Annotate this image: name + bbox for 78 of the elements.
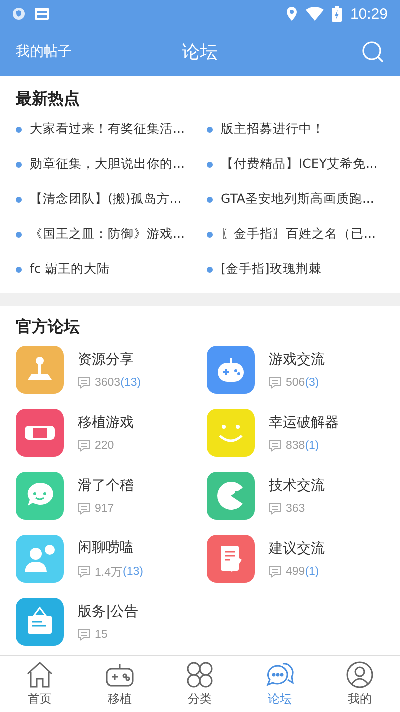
home-icon (25, 660, 55, 688)
user-icon (345, 660, 375, 688)
forum-name[interactable]: 移植游戏 (78, 414, 134, 432)
search-icon[interactable] (362, 41, 384, 63)
grid-icon (185, 660, 215, 688)
joystick-tile-icon[interactable] (16, 346, 64, 394)
post-count: 15 (95, 629, 108, 641)
hot-post-link[interactable]: [金手指]玫瑰荆棘 (221, 261, 322, 278)
new-post-count: (1) (305, 566, 320, 578)
section-title: 最新热点 (16, 88, 81, 110)
forum-icon (265, 660, 295, 688)
forum-name[interactable]: 游戏交流 (269, 351, 325, 369)
new-post-count: (3) (305, 377, 320, 389)
forum-name[interactable]: 资源分享 (78, 351, 142, 369)
hot-post-link[interactable]: 【付费精品】ICEY艾希免... (221, 156, 378, 173)
hot-post-link[interactable]: 勋章征集，大胆说出你的... (30, 156, 185, 173)
location-icon (286, 6, 298, 22)
comment-icon (269, 377, 282, 389)
page-title: 论坛 (182, 41, 218, 64)
post-count: 220 (95, 440, 114, 452)
hot-post-link[interactable]: GTA圣安地列斯高画质跑... (221, 191, 374, 208)
comment-icon (78, 440, 91, 452)
battery-icon (332, 6, 342, 22)
new-post-count: (13) (123, 566, 144, 578)
clock: 10:29 (350, 6, 388, 22)
hot-post-link[interactable]: 《国王之皿：防御》游戏... (30, 226, 185, 243)
chat-tile-icon[interactable] (16, 472, 64, 520)
forum-name[interactable]: 幸运破解器 (269, 414, 339, 432)
forum-name[interactable]: 建议交流 (269, 540, 325, 558)
board-tile-icon[interactable] (16, 598, 64, 646)
bullet-icon (207, 162, 213, 168)
section-title: 官方论坛 (16, 316, 81, 338)
forum-name[interactable]: 版务|公告 (78, 603, 139, 621)
comment-icon (269, 440, 282, 452)
bullet-icon (207, 196, 213, 202)
bullet-icon (16, 196, 22, 202)
person-tile-icon[interactable] (16, 535, 64, 583)
bullet-icon (207, 266, 213, 272)
post-count: 499 (286, 566, 306, 578)
gamepad-tile-icon[interactable] (207, 346, 255, 394)
note-tile-icon[interactable] (207, 535, 255, 583)
hot-post-link[interactable]: 版主招募进行中！ (221, 121, 325, 138)
forum-name[interactable]: 技术交流 (269, 477, 325, 495)
comment-icon (269, 503, 282, 515)
forum-name[interactable]: 闲聊唠嗑 (78, 538, 144, 556)
tab[interactable]: 首页 (0, 656, 80, 712)
tab[interactable]: 移植 (80, 656, 160, 712)
comment-icon (78, 503, 91, 515)
bullet-icon (207, 126, 213, 132)
bullet-icon (16, 126, 22, 132)
tab[interactable]: 分类 (160, 656, 240, 712)
new-post-count: (13) (120, 377, 142, 389)
post-count: 917 (95, 503, 114, 515)
hot-post-link[interactable]: 大家看过来！有奖征集活... (30, 121, 185, 138)
new-post-count: (1) (305, 440, 320, 452)
bullet-icon (207, 232, 213, 238)
comment-icon (78, 377, 91, 389)
forum-name[interactable]: 滑了个稽 (78, 477, 134, 495)
post-count: 3603 (95, 377, 121, 389)
post-count: 838 (286, 440, 306, 452)
handheld-tile-icon[interactable] (16, 409, 64, 457)
bullet-icon (16, 266, 22, 272)
post-count: 1.4万 (95, 566, 123, 580)
comment-icon (78, 629, 91, 641)
hot-post-link[interactable]: fc 霸王的大陆 (30, 261, 110, 278)
post-count: 363 (286, 503, 306, 515)
tab[interactable]: 我的 (320, 656, 400, 712)
smile-tile-icon[interactable] (207, 409, 255, 457)
post-count: 506 (286, 377, 306, 389)
comment-icon (269, 566, 282, 578)
pacman-tile-icon[interactable] (207, 472, 255, 520)
hot-post-link[interactable]: 〖金手指〗百姓之名（已... (221, 226, 376, 243)
bullet-icon (16, 162, 22, 168)
comment-icon (78, 566, 91, 578)
hot-post-link[interactable]: 【清念团队】(搬)孤岛方... (30, 191, 182, 208)
bullet-icon (16, 232, 22, 238)
wifi-icon (306, 7, 324, 21)
shield-icon (12, 7, 26, 21)
